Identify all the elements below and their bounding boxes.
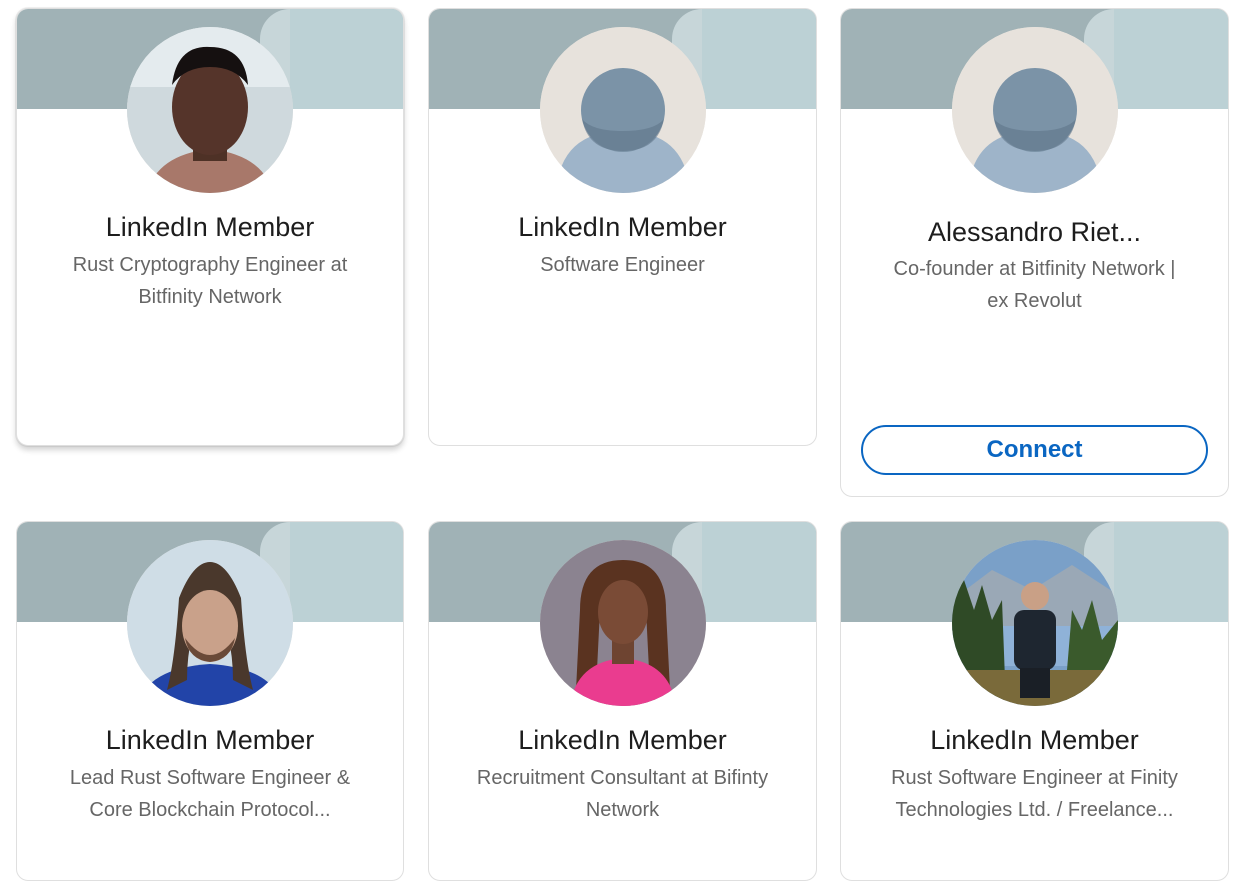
member-headline: Co-founder at Bitfinity Network | ex Rev… [893,258,1176,312]
member-headline: Rust Cryptography Engineer at Bitfinity … [72,254,348,308]
member-headline: Software Engineer [540,254,705,276]
profile-card[interactable]: LinkedIn Member Lead Rust Software Engin… [16,521,404,881]
member-name[interactable]: LinkedIn Member [443,212,802,243]
member-name[interactable]: LinkedIn Member [31,212,389,243]
member-name[interactable]: LinkedIn Member [443,725,802,756]
profile-card[interactable]: LinkedIn Member Rust Software Engineer a… [840,521,1229,881]
member-headline: Recruitment Consultant at Bifinty Networ… [476,767,769,821]
avatar[interactable] [539,540,706,706]
avatar[interactable] [127,27,293,193]
profile-card[interactable]: LinkedIn Member Recruitment Consultant a… [428,521,817,881]
profile-card[interactable]: Alessandro Riet... Co-founder at Bitfini… [840,8,1229,497]
profile-card[interactable]: LinkedIn Member Rust Cryptography Engine… [16,8,404,446]
member-name[interactable]: Alessandro Riet... [855,217,1214,248]
member-headline: Rust Software Engineer at Finity Technol… [891,767,1178,821]
member-name[interactable]: LinkedIn Member [855,725,1214,756]
default-avatar-icon[interactable] [951,27,1118,193]
default-avatar-icon[interactable] [539,27,706,193]
avatar[interactable] [127,540,293,706]
avatar[interactable] [951,540,1118,706]
connect-button[interactable]: Connect [861,425,1208,475]
profile-card[interactable]: LinkedIn Member Software Engineer [428,8,817,446]
member-name[interactable]: LinkedIn Member [31,725,389,756]
member-headline: Lead Rust Software Engineer & Core Block… [69,767,351,821]
